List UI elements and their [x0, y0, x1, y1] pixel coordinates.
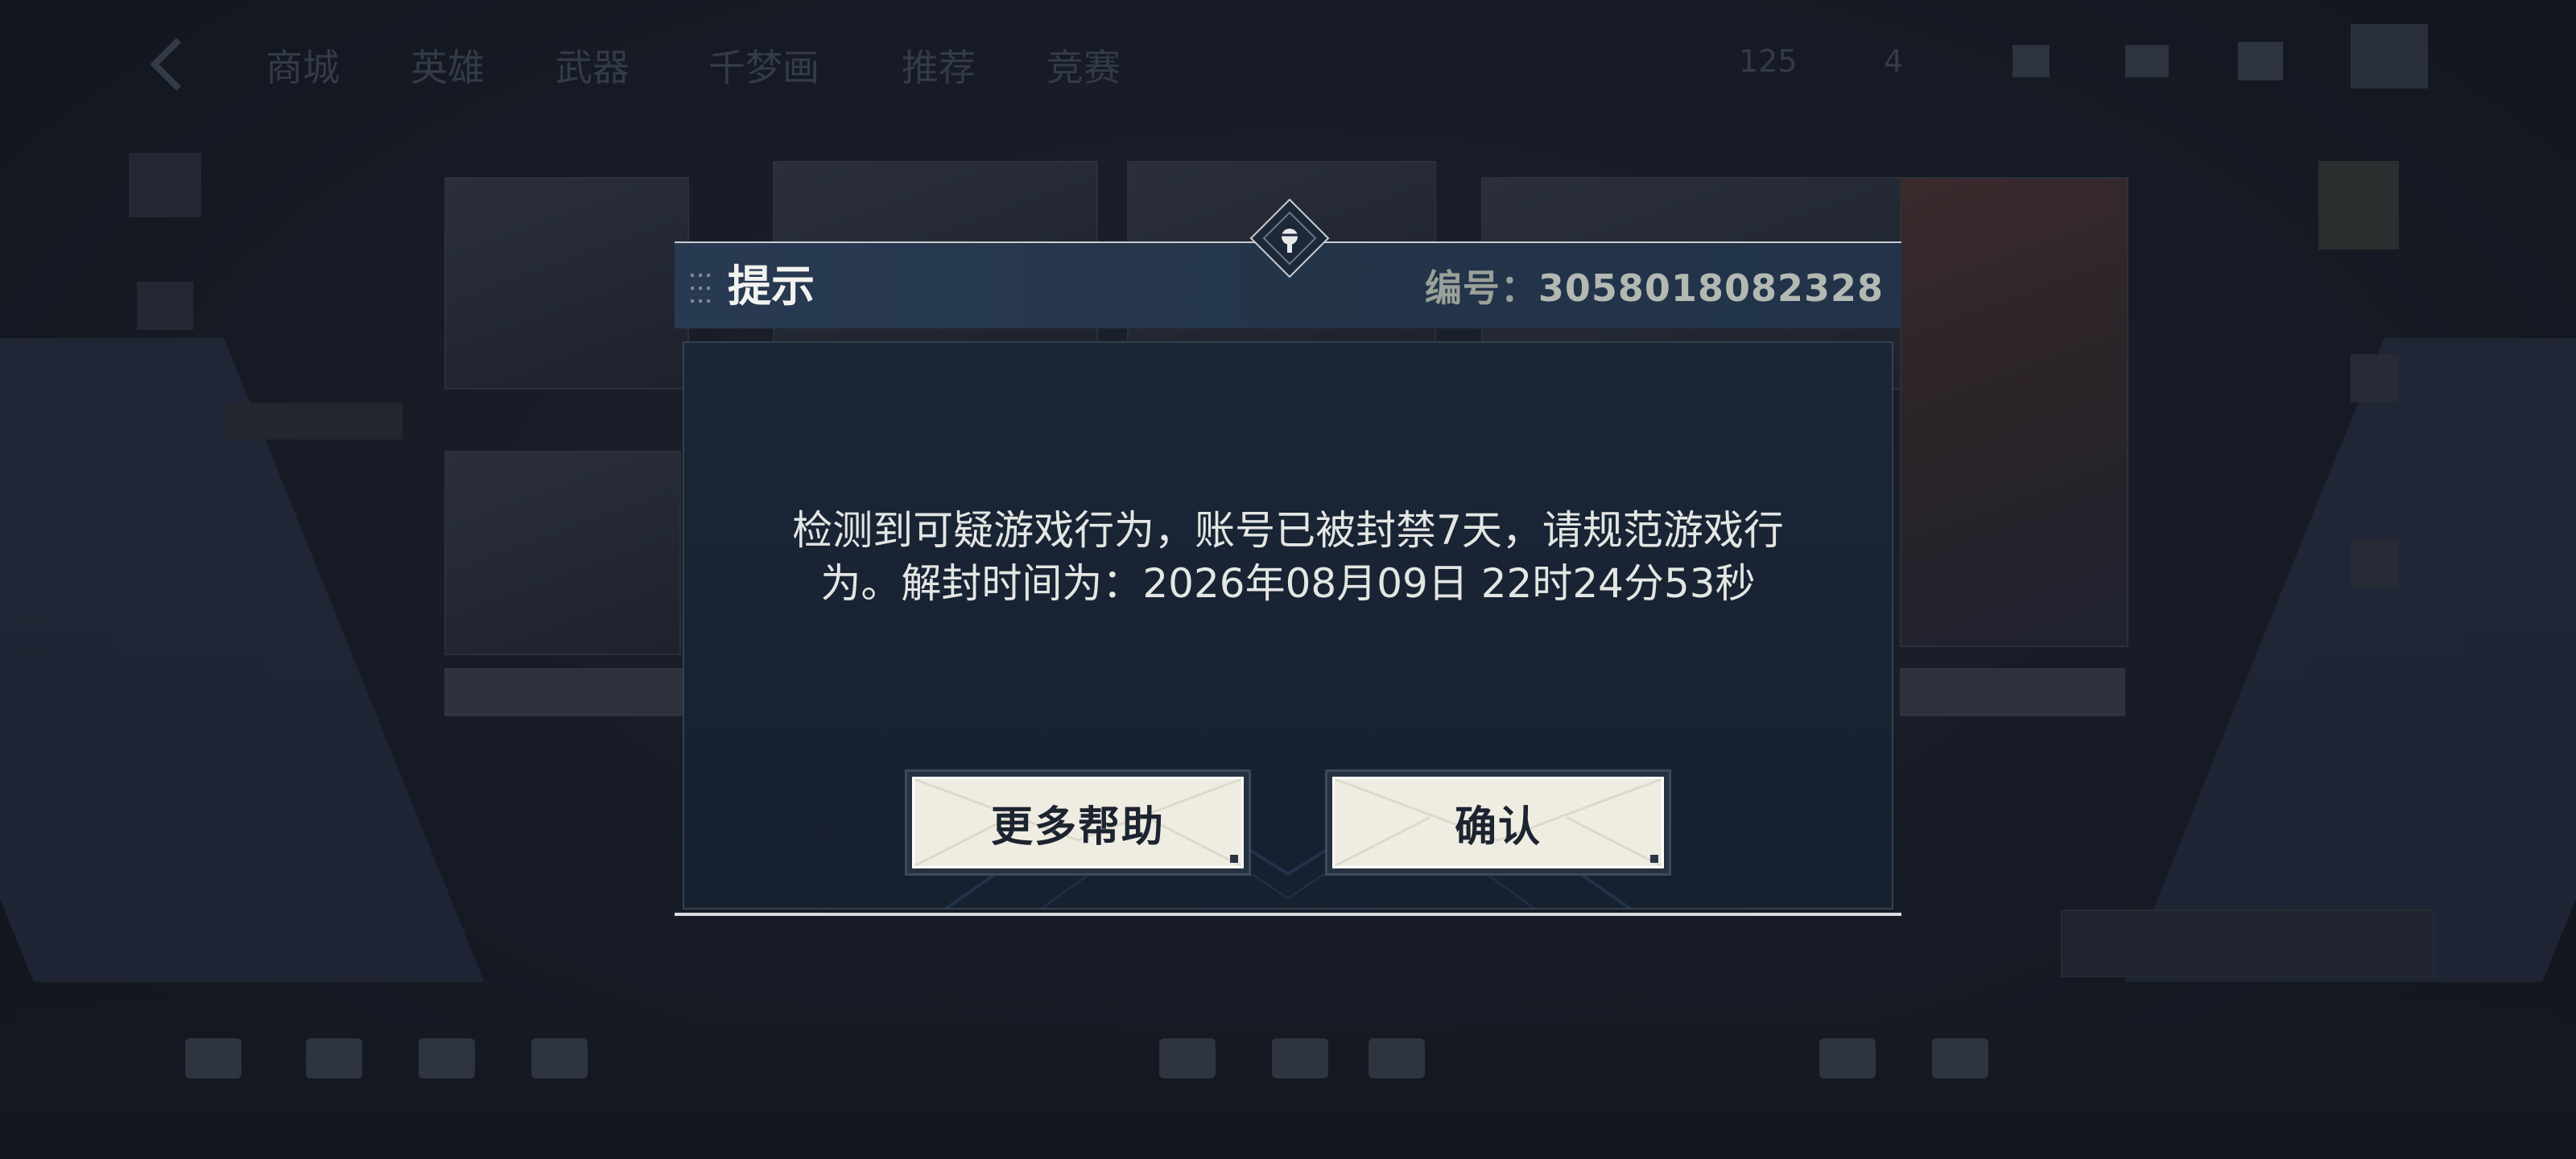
side-right-icon-1 [2318, 161, 2399, 250]
bottom-icon-3 [419, 1038, 475, 1079]
confirm-button-face: 确认 [1332, 777, 1664, 868]
side-icon-2 [137, 282, 193, 330]
confirm-label: 确认 [1454, 802, 1542, 852]
dialog-bottom-border [675, 913, 1901, 916]
more-help-label: 更多帮助 [990, 802, 1165, 852]
side-right-icon-2 [2351, 354, 2399, 402]
nav-tab-2: 英雄 [411, 46, 485, 89]
side-icon-1 [129, 153, 201, 217]
bottom-icon-7 [1368, 1038, 1425, 1079]
back-arrow-icon [150, 38, 181, 91]
side-label [225, 402, 402, 439]
background-card-6 [1900, 177, 2128, 647]
game-screen: 商城 英雄 武器 千梦画 推荐 竞赛 125 4 提示 编号：305801808… [0, 0, 2576, 1159]
message-line-2: 为。解封时间为：2026年08月09日 22时24分53秒 [820, 560, 1756, 607]
dialog-title: 提示 [728, 261, 815, 311]
signal-icon [2013, 45, 2050, 77]
message-line-1: 检测到可疑游戏行为，账号已被封禁7天，请规范游戏行 [792, 507, 1784, 554]
bottom-icon-5 [1159, 1038, 1216, 1079]
ban-notice-dialog: 提示 编号：3058018082328 检测到可疑游戏行为，账号已被封禁7天，请… [675, 198, 1901, 919]
nav-tab-4: 千梦画 [708, 46, 819, 89]
nav-tab-5: 推荐 [902, 46, 976, 89]
more-help-button-face: 更多帮助 [912, 777, 1244, 868]
button-corner-mark [1230, 855, 1238, 863]
bottom-icon-1 [185, 1038, 242, 1079]
confirm-button[interactable]: 确认 [1325, 769, 1671, 876]
dialog-code: 编号：3058018082328 [1425, 264, 1884, 312]
bottom-icon-9 [1932, 1038, 1988, 1079]
background-card-1 [444, 177, 689, 390]
button-corner-mark [1650, 855, 1658, 863]
nav-tab-1: 商城 [266, 46, 340, 89]
background-card-2 [444, 451, 681, 655]
background-bottom-panel [2061, 909, 2434, 977]
nav-tab-6: 竞赛 [1046, 46, 1121, 89]
background-right-panel [2124, 338, 2576, 982]
nav-tab-3: 武器 [555, 46, 630, 89]
drag-grip-icon [691, 274, 710, 303]
diamond-emblem-icon [1249, 198, 1330, 278]
side-right-icon-3 [2351, 539, 2399, 588]
battery-icon [2125, 45, 2169, 77]
bottom-icon-6 [1272, 1038, 1328, 1079]
more-help-button[interactable]: 更多帮助 [905, 769, 1251, 876]
bottom-icon-2 [306, 1038, 362, 1079]
bottom-icon-4 [531, 1038, 588, 1079]
status-value: 4 [1884, 43, 1904, 79]
mail-icon [2238, 42, 2283, 80]
background-card-label-2 [1900, 668, 2125, 716]
avatar [2351, 24, 2428, 89]
bottom-icon-8 [1819, 1038, 1876, 1079]
background-card-label-1 [444, 668, 686, 716]
status-ping: 125 [1739, 43, 1798, 79]
code-label: 编号： [1424, 266, 1538, 310]
dialog-body: 检测到可疑游戏行为，账号已被封禁7天，请规范游戏行 为。解封时间为：2026年0… [683, 341, 1893, 909]
code-value: 3058018082328 [1538, 266, 1884, 310]
dialog-message: 检测到可疑游戏行为，账号已被封禁7天，请规范游戏行 为。解封时间为：2026年0… [733, 504, 1843, 610]
